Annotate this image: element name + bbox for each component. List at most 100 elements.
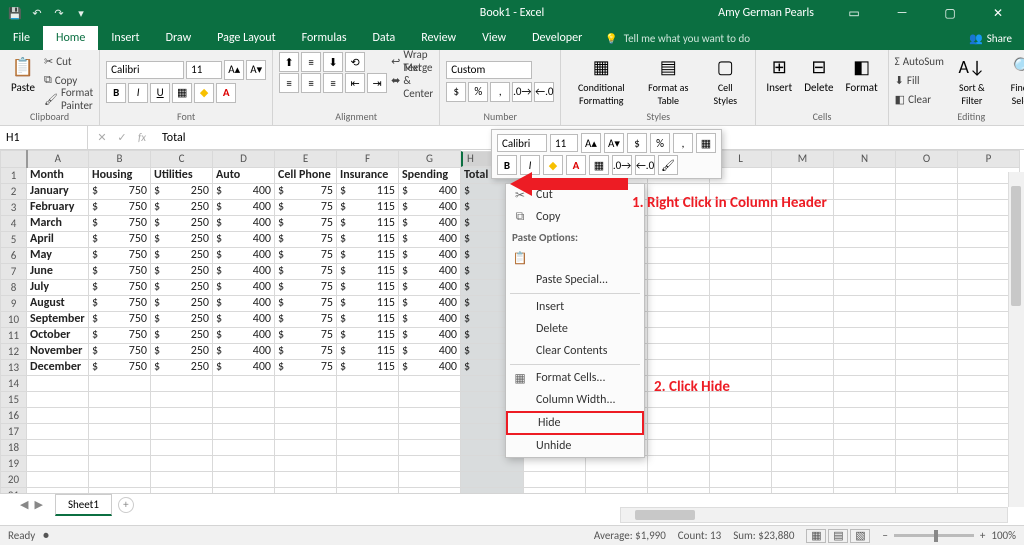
user-name[interactable]: Amy German Pearls — [718, 6, 814, 20]
cell-B3[interactable]: $750 — [89, 199, 151, 215]
mini-comma-icon[interactable]: , — [673, 133, 693, 153]
cell-C21[interactable] — [151, 487, 213, 493]
cell-F21[interactable] — [337, 487, 399, 493]
cell-F8[interactable]: $115 — [337, 279, 399, 295]
cell-D8[interactable]: $400 — [213, 279, 275, 295]
cell-B20[interactable] — [89, 471, 151, 487]
cell-J21[interactable] — [586, 487, 648, 493]
cell-D5[interactable]: $400 — [213, 231, 275, 247]
cell-D3[interactable]: $400 — [213, 199, 275, 215]
row-header-3[interactable]: 3 — [1, 199, 27, 215]
cell-D11[interactable]: $400 — [213, 327, 275, 343]
cell-A14[interactable] — [27, 375, 89, 391]
cell-C10[interactable]: $250 — [151, 311, 213, 327]
cell-B2[interactable]: $750 — [89, 183, 151, 199]
border-button[interactable]: ▦ — [172, 83, 192, 103]
number-format-select[interactable]: Custom — [446, 61, 532, 79]
orientation-icon[interactable]: ⟲ — [345, 52, 365, 72]
cell-K6[interactable] — [648, 247, 710, 263]
cell-N9[interactable] — [834, 295, 896, 311]
tab-data[interactable]: Data — [360, 26, 409, 50]
col-header-C[interactable]: C — [151, 151, 213, 168]
cell-E12[interactable]: $75 — [275, 343, 337, 359]
cell-N11[interactable] — [834, 327, 896, 343]
select-all-corner[interactable] — [1, 151, 27, 168]
cell-N6[interactable] — [834, 247, 896, 263]
col-header-G[interactable]: G — [399, 151, 461, 168]
undo-icon[interactable]: ↶ — [30, 6, 44, 20]
cell-D21[interactable] — [213, 487, 275, 493]
cell-M8[interactable] — [772, 279, 834, 295]
row-header-7[interactable]: 7 — [1, 263, 27, 279]
cell-D15[interactable] — [213, 391, 275, 407]
row-header-12[interactable]: 12 — [1, 343, 27, 359]
cell-N1[interactable] — [834, 167, 896, 183]
cell-N13[interactable] — [834, 359, 896, 375]
cell-L18[interactable] — [710, 439, 772, 455]
cell-M10[interactable] — [772, 311, 834, 327]
currency-icon[interactable]: $ — [446, 82, 466, 102]
cell-M19[interactable] — [772, 455, 834, 471]
cell-B11[interactable]: $750 — [89, 327, 151, 343]
cell-O20[interactable] — [896, 471, 958, 487]
mini-grow-font-icon[interactable]: A▴ — [581, 133, 601, 153]
cell-N14[interactable] — [834, 375, 896, 391]
col-header-M[interactable]: M — [772, 151, 834, 168]
cell-N18[interactable] — [834, 439, 896, 455]
cell-F7[interactable]: $115 — [337, 263, 399, 279]
cell-K10[interactable] — [648, 311, 710, 327]
cell-M12[interactable] — [772, 343, 834, 359]
font-name-select[interactable]: Calibri — [106, 61, 184, 79]
cell-F12[interactable]: $115 — [337, 343, 399, 359]
cell-I21[interactable] — [524, 487, 586, 493]
cell-B19[interactable] — [89, 455, 151, 471]
bold-button[interactable]: B — [106, 83, 126, 103]
mini-border-icon[interactable]: ▦ — [696, 133, 716, 153]
cell-M9[interactable] — [772, 295, 834, 311]
cell-L16[interactable] — [710, 407, 772, 423]
row-header-10[interactable]: 10 — [1, 311, 27, 327]
cell-F2[interactable]: $115 — [337, 183, 399, 199]
cell-K9[interactable] — [648, 295, 710, 311]
menu-insert[interactable]: Insert — [506, 296, 644, 318]
cell-M7[interactable] — [772, 263, 834, 279]
cell-O21[interactable] — [896, 487, 958, 493]
cell-A19[interactable] — [27, 455, 89, 471]
col-header-P[interactable]: P — [958, 151, 1020, 168]
cell-G16[interactable] — [399, 407, 461, 423]
cell-F10[interactable]: $115 — [337, 311, 399, 327]
fill-color-button[interactable]: ◆ — [194, 83, 214, 103]
cell-C13[interactable]: $250 — [151, 359, 213, 375]
sort-filter-button[interactable]: A↓Sort & Filter — [948, 52, 996, 109]
zoom-control[interactable]: − + 100% — [882, 529, 1016, 542]
cell-F18[interactable] — [337, 439, 399, 455]
cell-D18[interactable] — [213, 439, 275, 455]
cell-E7[interactable]: $75 — [275, 263, 337, 279]
cell-H20[interactable] — [461, 471, 524, 487]
cell-N17[interactable] — [834, 423, 896, 439]
cell-F11[interactable]: $115 — [337, 327, 399, 343]
normal-view-icon[interactable]: ▦ — [806, 529, 826, 543]
cell-C4[interactable]: $250 — [151, 215, 213, 231]
align-bottom-icon[interactable]: ⬇ — [323, 52, 343, 72]
cell-O4[interactable] — [896, 215, 958, 231]
cell-G7[interactable]: $400 — [399, 263, 461, 279]
cell-K11[interactable] — [648, 327, 710, 343]
cell-O5[interactable] — [896, 231, 958, 247]
cell-B4[interactable]: $750 — [89, 215, 151, 231]
cell-M14[interactable] — [772, 375, 834, 391]
cell-B16[interactable] — [89, 407, 151, 423]
cell-B18[interactable] — [89, 439, 151, 455]
cell-O3[interactable] — [896, 199, 958, 215]
cell-E19[interactable] — [275, 455, 337, 471]
cut-button[interactable]: ✂Cut — [44, 52, 93, 70]
cell-F19[interactable] — [337, 455, 399, 471]
cell-B15[interactable] — [89, 391, 151, 407]
cell-C2[interactable]: $250 — [151, 183, 213, 199]
cell-L6[interactable] — [710, 247, 772, 263]
cell-H21[interactable] — [461, 487, 524, 493]
cell-E4[interactable]: $75 — [275, 215, 337, 231]
row-header-20[interactable]: 20 — [1, 471, 27, 487]
cell-D1[interactable]: Auto — [213, 167, 275, 183]
menu-column-width[interactable]: Column Width... — [506, 389, 644, 411]
